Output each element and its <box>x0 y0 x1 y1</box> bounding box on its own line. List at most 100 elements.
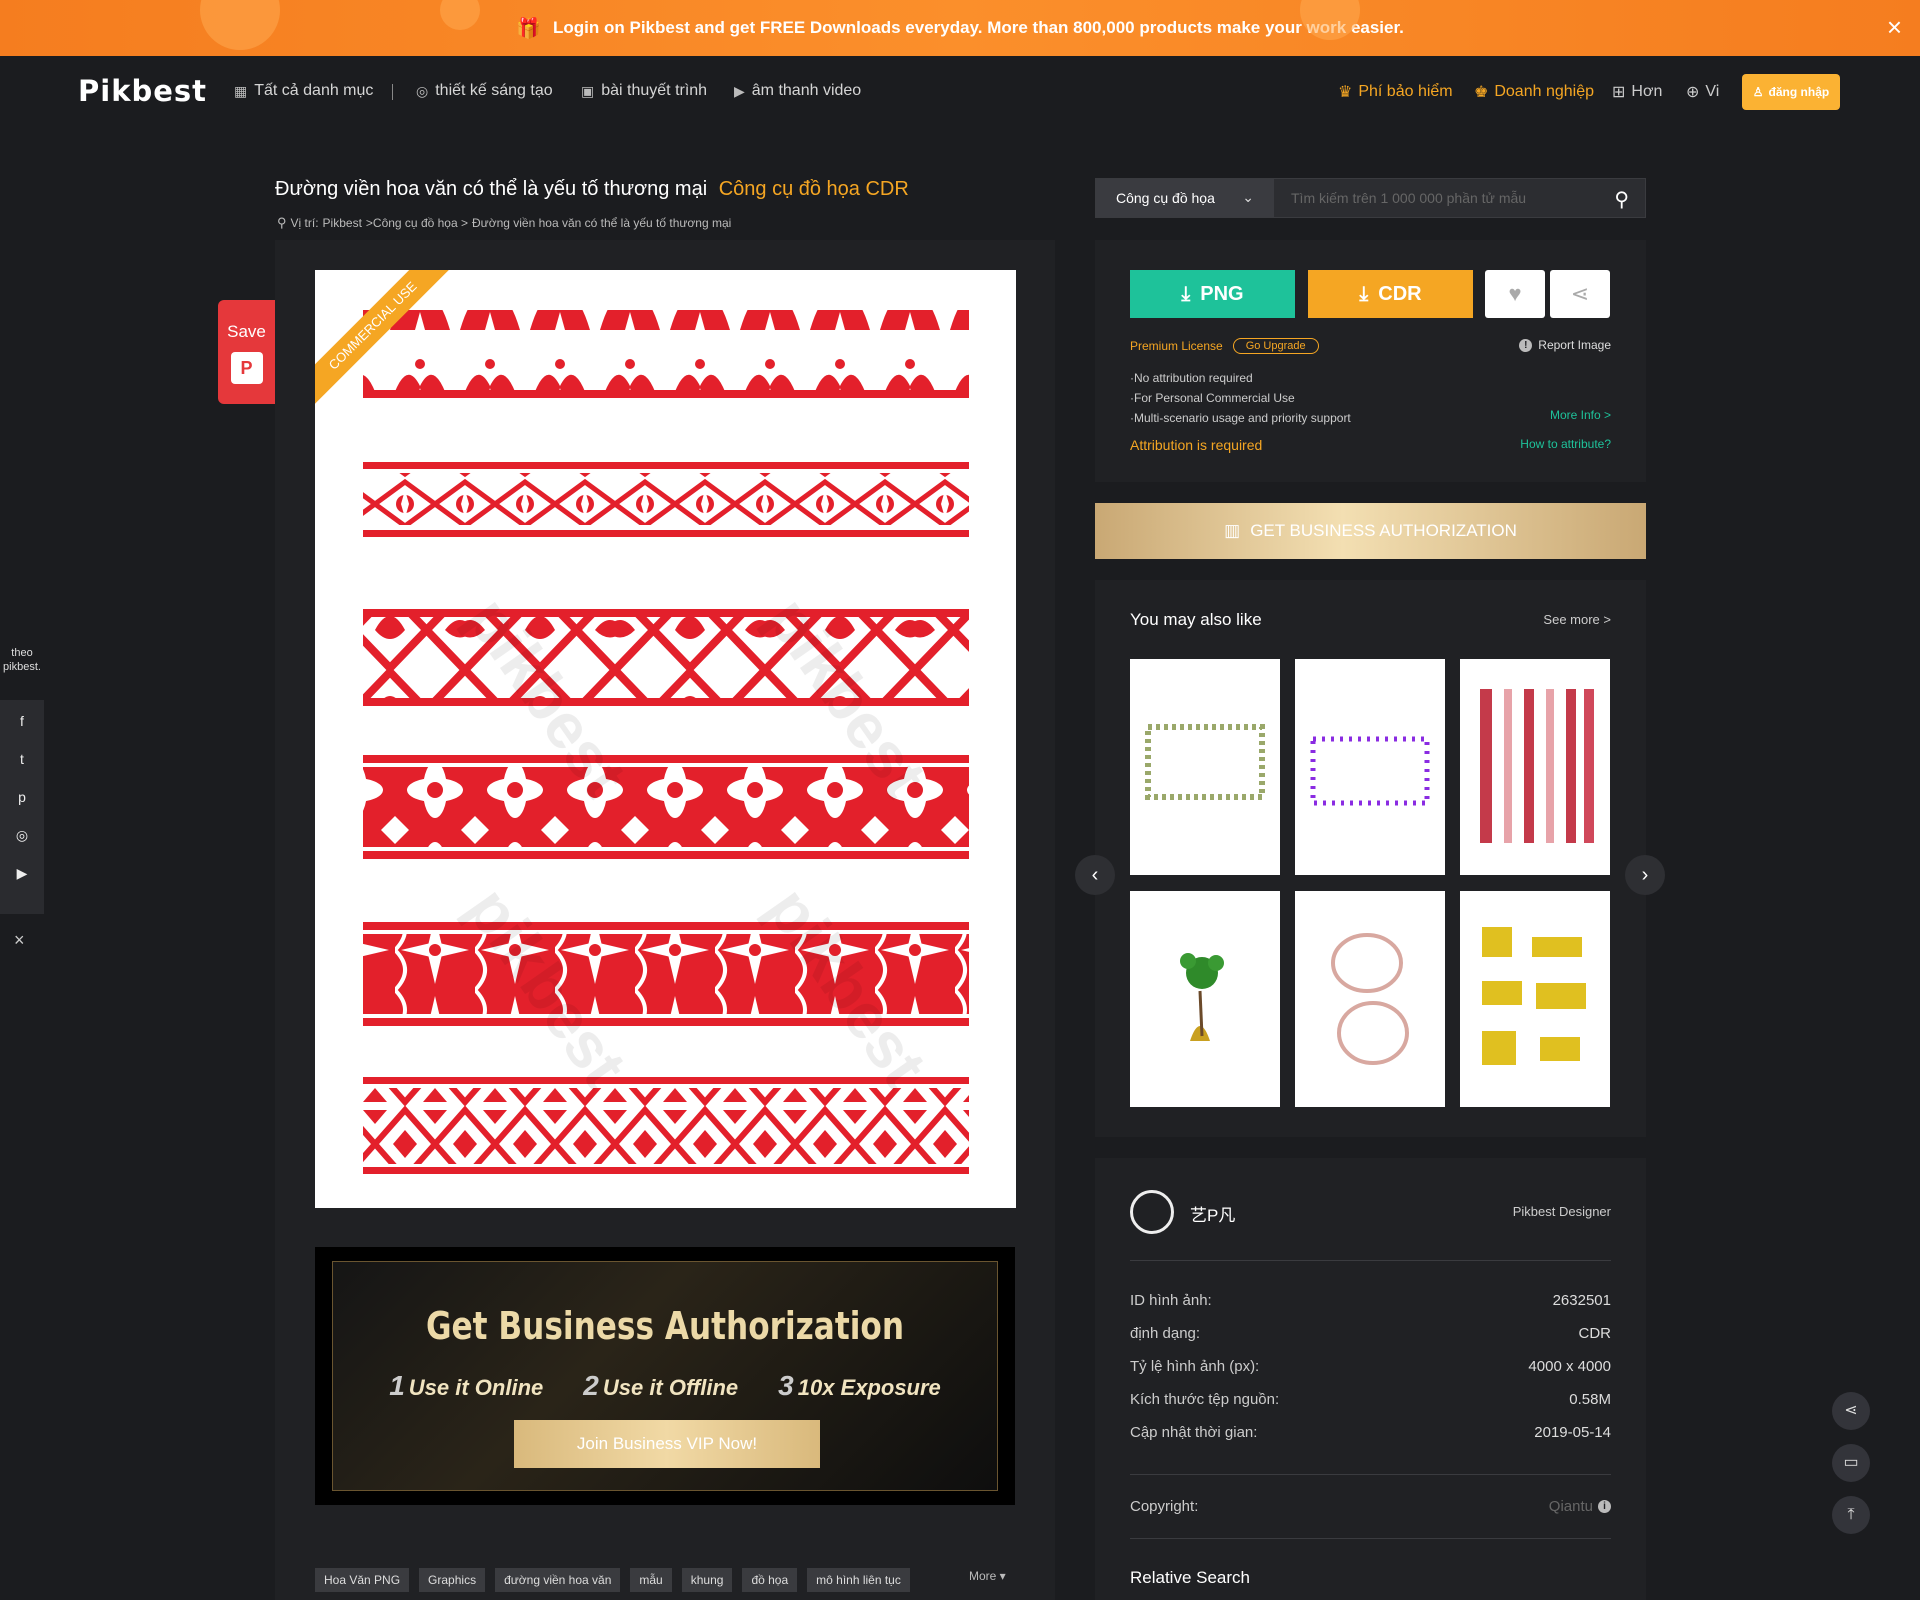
tag[interactable]: mô hình liên tục <box>807 1568 910 1592</box>
login-button[interactable]: ♙ đăng nhập <box>1742 74 1840 110</box>
preview-image[interactable]: pikbest pikbest pikbest pikbest COMMERCI… <box>315 270 1016 1208</box>
license-benefit: ·No attribution required <box>1130 371 1253 385</box>
nav-presentation[interactable]: ▣ bài thuyết trình <box>581 82 707 100</box>
close-icon[interactable]: × <box>14 930 25 951</box>
tag[interactable]: Hoa Văn PNG <box>315 1568 410 1592</box>
favorite-button[interactable]: ♥ <box>1485 270 1545 318</box>
business-feature: 1 Use it Online <box>389 1370 544 1401</box>
get-business-authorization-button[interactable]: ▥ GET BUSINESS AUTHORIZATION <box>1095 503 1646 559</box>
business-feature: 2 Use it Offline <box>583 1370 739 1401</box>
author-name[interactable]: 艺P凡 <box>1190 1201 1235 1226</box>
info-icon[interactable]: i <box>1598 1500 1611 1513</box>
promo-banner[interactable]: 🎁 Login on Pikbest and get FREE Download… <box>0 0 1920 56</box>
license-info: Premium License Go Upgrade <box>1130 338 1319 354</box>
info-value: 0.58M <box>1569 1391 1611 1408</box>
info-row: ID hình ảnh: 2632501 <box>1130 1292 1611 1309</box>
share-button[interactable]: ⋖ <box>1550 270 1610 318</box>
search-category-value: Công cụ đồ họa <box>1116 190 1215 206</box>
tag[interactable]: Graphics <box>419 1568 486 1592</box>
youtube-icon[interactable]: ▶ <box>13 864 31 882</box>
attribution-required: Attribution is required <box>1130 437 1263 453</box>
pinterest-icon[interactable]: p <box>13 788 31 806</box>
related-thumbnail[interactable] <box>1460 659 1610 875</box>
back-to-top-icon[interactable]: ⤒ <box>1832 1496 1870 1534</box>
nav-language[interactable]: ⊕ Vi <box>1686 82 1719 102</box>
go-upgrade-button[interactable]: Go Upgrade <box>1232 338 1319 354</box>
tag[interactable]: khung <box>681 1568 733 1592</box>
download-card: ⤓ PNG ⤓ CDR ♥ ⋖ Premium License Go Upgra… <box>1095 240 1646 482</box>
related-items-title: You may also like <box>1130 610 1262 629</box>
tags-more-button[interactable]: More ▾ <box>969 1569 1006 1583</box>
avatar[interactable] <box>1130 1190 1174 1234</box>
apps-icon: ⊞ <box>1612 84 1626 101</box>
related-thumbnail[interactable] <box>1130 891 1280 1107</box>
search-bar: Công cụ đồ họa ⌄ Tìm kiếm trên 1 000 000… <box>1095 178 1646 218</box>
social-bar: f t p ◎ ▶ <box>0 700 44 914</box>
nav-business[interactable]: ♚ Doanh nghiệp <box>1474 82 1594 102</box>
search-icon[interactable]: ⚲ <box>1614 187 1629 212</box>
search-input[interactable]: Tìm kiếm trên 1 000 000 phần tử mẫu <box>1291 179 1526 217</box>
license-benefits: ·No attribution required ·For Personal C… <box>1130 368 1351 428</box>
info-label: ID hình ảnh: <box>1130 1292 1212 1309</box>
copyright-label: Copyright: <box>1130 1498 1199 1515</box>
grid-icon: ▦ <box>234 82 248 99</box>
see-more-link[interactable]: See more > <box>1543 612 1611 627</box>
share-icon[interactable]: ⋖ <box>1832 1392 1870 1430</box>
copyright-value: Qiantu i <box>1549 1498 1611 1515</box>
nav-all-categories[interactable]: ▦ Tất cả danh mục <box>234 82 373 100</box>
download-icon: ⤓ <box>1359 282 1369 305</box>
page-title-text: Đường viền hoa văn có thể là yếu tố thươ… <box>275 178 708 200</box>
related-thumbnail[interactable] <box>1295 659 1445 875</box>
info-row: Cập nhật thời gian: 2019-05-14 <box>1130 1424 1611 1441</box>
nav-divider <box>392 84 393 100</box>
instagram-icon[interactable]: ◎ <box>13 826 31 844</box>
tag[interactable]: mẫu <box>630 1568 672 1592</box>
pinterest-save-button[interactable]: Save P <box>218 300 275 404</box>
nav-audio-video[interactable]: ▶ âm thanh video <box>734 82 861 100</box>
tag[interactable]: đồ họa <box>742 1568 798 1592</box>
license-benefit: ·For Personal Commercial Use <box>1130 391 1295 405</box>
license-benefit: ·Multi-scenario usage and priority suppo… <box>1130 411 1351 425</box>
close-icon[interactable]: × <box>1887 14 1902 40</box>
facebook-icon[interactable]: f <box>13 712 31 730</box>
related-thumbnail[interactable] <box>1130 659 1280 875</box>
nav-presentation-label: bài thuyết trình <box>601 82 708 99</box>
relative-search-title: Relative Search <box>1130 1568 1251 1587</box>
breadcrumb-section[interactable]: >Công cụ đồ họa > <box>366 216 468 230</box>
nav-creative-design[interactable]: ◎ thiết kế sáng tạo <box>416 82 553 100</box>
business-features: 1 Use it Online 2 Use it Offline 3 10x Expo… <box>333 1370 997 1402</box>
nav-more[interactable]: ⊞ Hơn <box>1612 82 1662 102</box>
info-value: 2632501 <box>1552 1292 1611 1309</box>
related-thumbnail[interactable] <box>1460 891 1610 1107</box>
download-cdr-button[interactable]: ⤓ CDR <box>1308 270 1473 318</box>
breadcrumb-home[interactable]: Pikbest <box>323 216 362 230</box>
comment-icon[interactable]: ▭ <box>1832 1444 1870 1482</box>
related-thumbnail[interactable] <box>1295 891 1445 1107</box>
related-thumbnail-image <box>1145 724 1265 800</box>
divider <box>1130 1538 1611 1539</box>
tag[interactable]: đường viền hoa văn <box>495 1568 621 1592</box>
save-label: Save <box>227 322 266 341</box>
divider <box>1130 1260 1611 1261</box>
how-to-attribute-link[interactable]: How to attribute? <box>1520 437 1611 451</box>
nav-more-label: Hơn <box>1631 83 1663 100</box>
carousel-next-arrow[interactable]: › <box>1625 855 1665 895</box>
business-feature: 3 10x Exposure <box>778 1370 941 1401</box>
heart-icon: ♥ <box>1508 281 1522 306</box>
business-banner[interactable]: Get Business Authorization 1 Use it Onlin… <box>315 1247 1015 1505</box>
get-business-label: GET BUSINESS AUTHORIZATION <box>1250 521 1517 540</box>
info-row: định dạng: CDR <box>1130 1325 1611 1342</box>
presentation-icon: ▣ <box>581 82 595 99</box>
twitter-icon[interactable]: t <box>13 750 31 768</box>
logo[interactable]: Pikbest <box>78 74 207 108</box>
join-business-vip-button[interactable]: Join Business VIP Now! <box>514 1420 820 1468</box>
nav-premium[interactable]: ♛ Phí bảo hiểm <box>1338 82 1453 102</box>
business-crown-icon: ♚ <box>1474 84 1489 101</box>
page-category-link[interactable]: Công cụ đồ họa CDR <box>719 178 909 200</box>
carousel-prev-arrow[interactable]: ‹ <box>1075 855 1115 895</box>
nav-all-categories-label: Tất cả danh mục <box>254 82 374 99</box>
more-info-link[interactable]: More Info > <box>1550 408 1611 422</box>
report-image-link[interactable]: ! Report Image <box>1519 338 1611 352</box>
search-category-select[interactable]: Công cụ đồ họa ⌄ <box>1096 179 1274 217</box>
download-png-button[interactable]: ⤓ PNG <box>1130 270 1295 318</box>
